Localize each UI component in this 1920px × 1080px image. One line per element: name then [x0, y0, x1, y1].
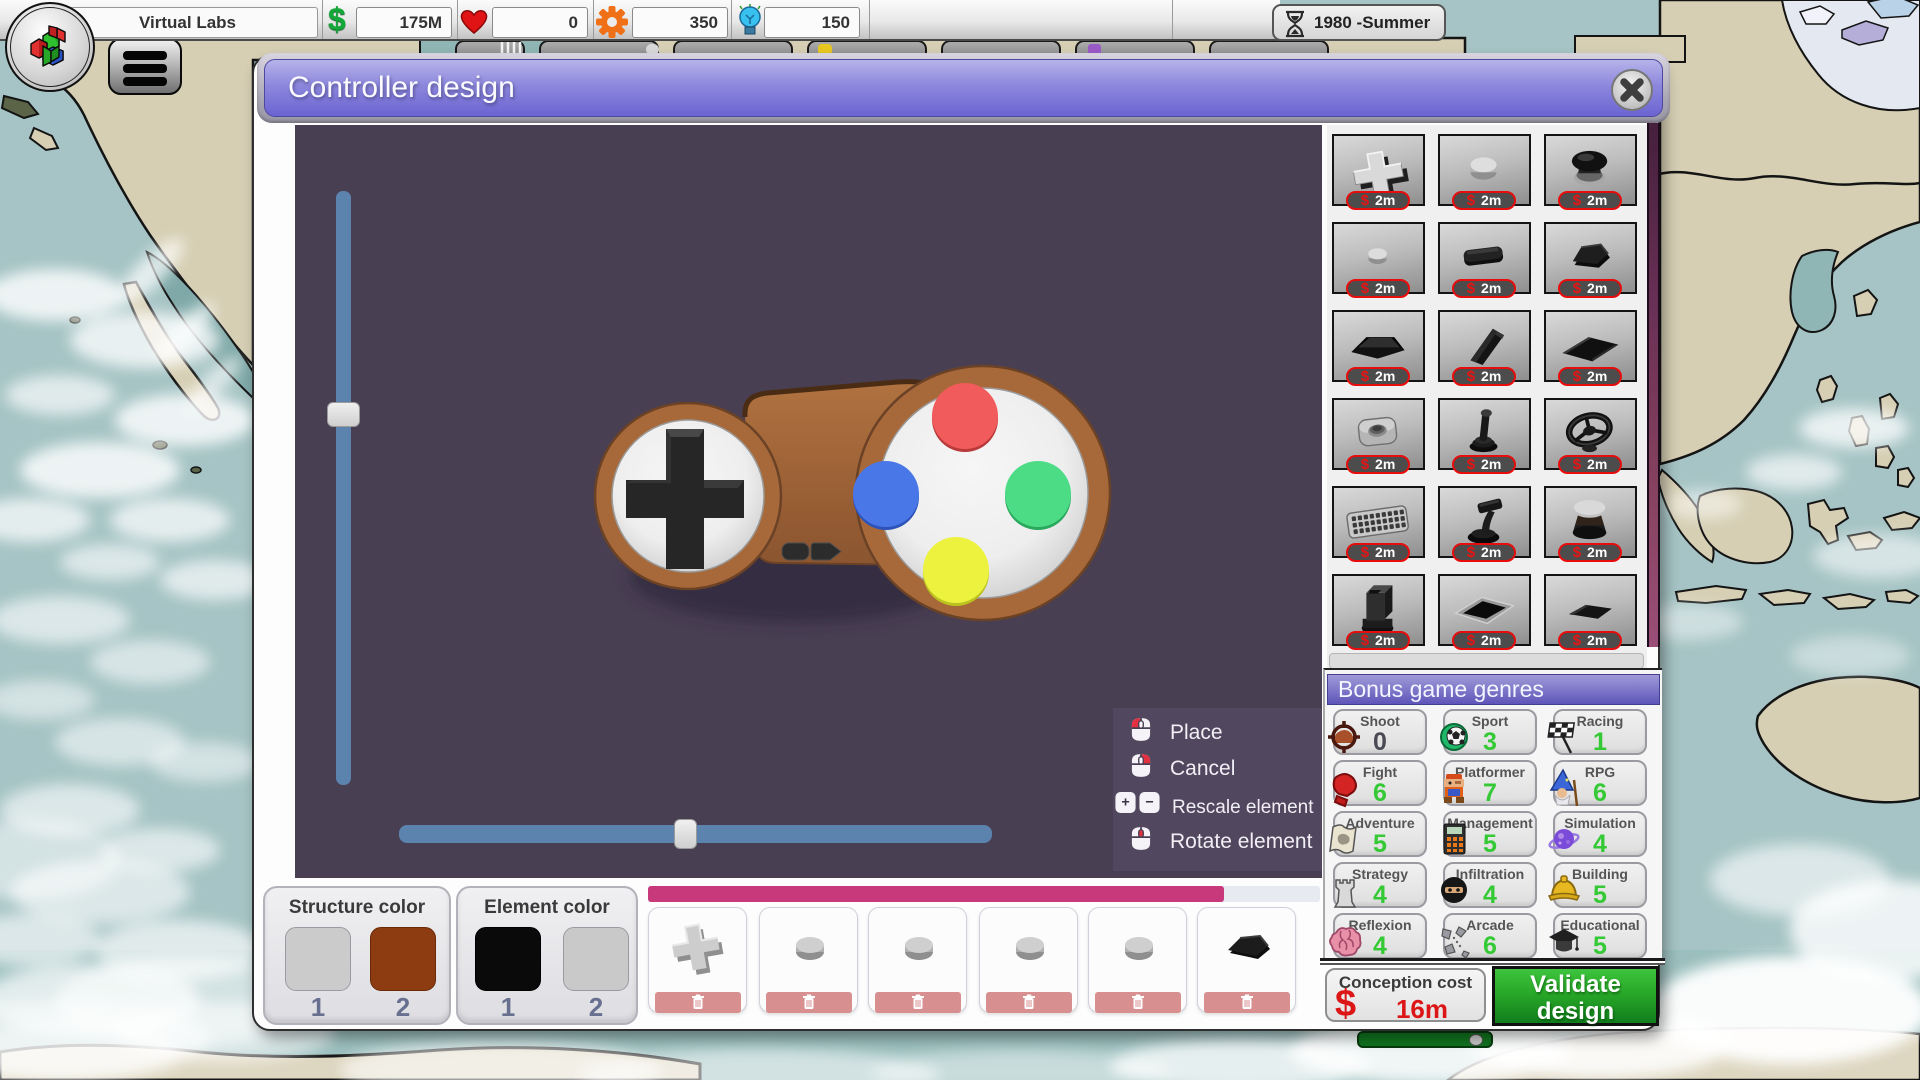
svg-text:+: +	[1121, 795, 1129, 811]
svg-text:−: −	[1145, 795, 1153, 811]
